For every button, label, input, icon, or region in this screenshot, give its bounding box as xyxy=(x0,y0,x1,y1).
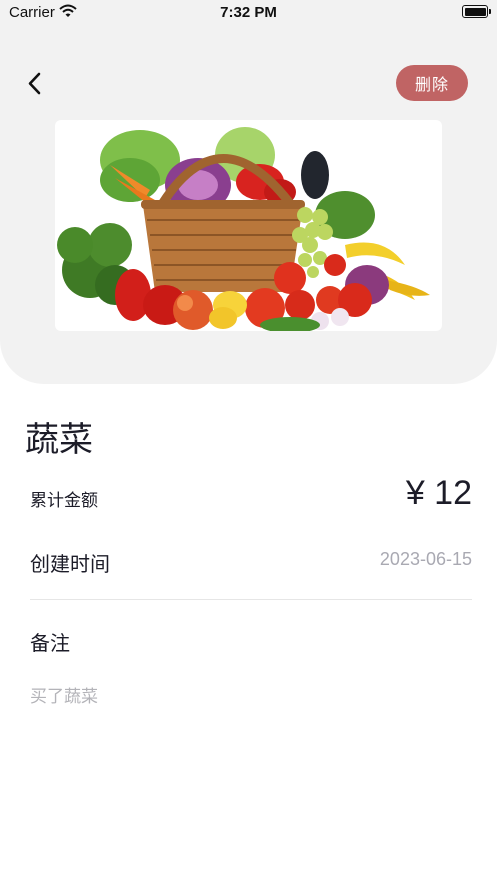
status-time: 7:32 PM xyxy=(220,4,277,21)
created-date-value: 2023-06-15 xyxy=(379,549,472,569)
status-bar: Carrier 7:32 PM xyxy=(0,0,497,26)
header-panel: 删除 xyxy=(0,0,497,384)
back-button[interactable] xyxy=(22,68,50,100)
note-label: 备注 xyxy=(30,631,70,655)
battery-icon xyxy=(462,5,491,18)
created-date-label: 创建时间 xyxy=(30,552,110,576)
amount-label: 累计金额 xyxy=(30,491,98,511)
amount-value: ¥ 12 xyxy=(405,474,472,512)
delete-button[interactable]: 删除 xyxy=(396,65,468,101)
item-title: 蔬菜 xyxy=(25,420,93,460)
divider xyxy=(30,599,472,600)
note-value: 买了蔬菜 xyxy=(30,687,98,707)
chevron-left-icon xyxy=(28,72,41,95)
vegetable-basket-image xyxy=(55,120,442,331)
